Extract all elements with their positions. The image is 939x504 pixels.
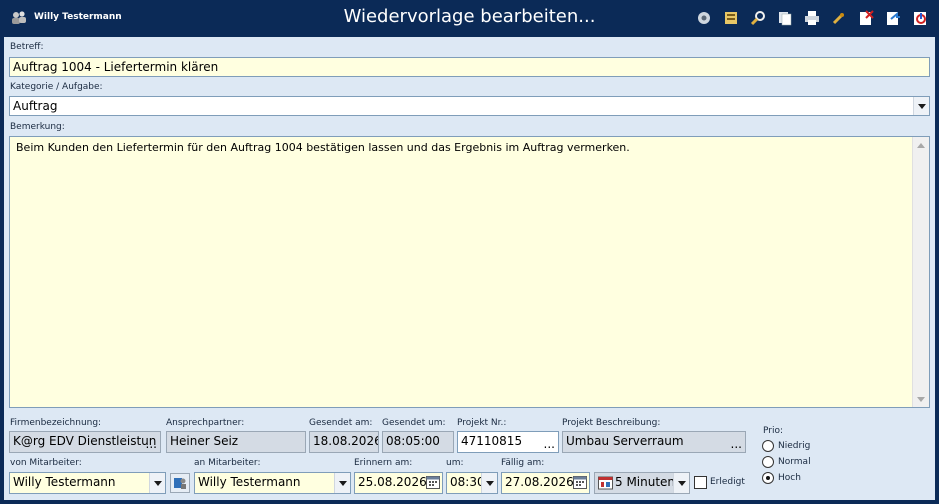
- tools-icon[interactable]: [695, 9, 713, 27]
- von-mitarbeiter-value: Willy Testermann: [13, 475, 116, 489]
- gesendet-am-label: Gesendet am:: [309, 418, 373, 428]
- kategorie-select[interactable]: Auftrag: [9, 96, 930, 116]
- bemerkung-textarea[interactable]: Beim Kunden den Liefertermin für den Auf…: [9, 136, 930, 408]
- radio-normal-icon[interactable]: [762, 456, 774, 468]
- erledigt-checkbox[interactable]: [694, 476, 707, 489]
- radio-niedrig-icon[interactable]: [762, 440, 774, 452]
- calendar-icon[interactable]: [426, 476, 440, 492]
- intervall-select[interactable]: 5 Minuten: [594, 472, 690, 494]
- an-mitarbeiter-label: an Mitarbeiter:: [194, 458, 261, 468]
- firma-label: Firmenbezeichnung:: [10, 418, 102, 428]
- prio-normal-label: Normal: [778, 457, 811, 467]
- ansprech-field[interactable]: Heiner Seiz: [166, 431, 306, 453]
- chevron-down-icon[interactable]: [913, 97, 929, 115]
- firma-value: K@rg EDV Dienstleistun: [13, 434, 157, 448]
- prio-niedrig-label: Niedrig: [778, 441, 811, 451]
- prio-hoch-label: Hoch: [778, 473, 801, 483]
- toolbar: [695, 9, 929, 27]
- calendar-repeat-icon: [598, 476, 613, 493]
- faellig-label: Fällig am:: [501, 458, 545, 468]
- pin-icon[interactable]: [830, 9, 848, 27]
- ansprech-label: Ansprechpartner:: [166, 418, 245, 428]
- erinnern-date-field[interactable]: 25.08.2026: [354, 472, 443, 494]
- projekt-nr-label: Projekt Nr.:: [457, 418, 507, 428]
- transfer-user-button[interactable]: [170, 473, 190, 493]
- bemerkung-scrollbar[interactable]: [912, 137, 929, 407]
- export-document-icon[interactable]: [884, 9, 902, 27]
- copy-icon[interactable]: [776, 9, 794, 27]
- chevron-down-icon[interactable]: [334, 473, 350, 493]
- projekt-nr-value: 47110815: [461, 434, 523, 448]
- projekt-beschreibung-label: Projekt Beschreibung:: [562, 418, 661, 428]
- betreff-input[interactable]: Auftrag 1004 - Liefertermin klären: [9, 57, 930, 77]
- faellig-value: 27.08.2026: [505, 475, 574, 489]
- an-mitarbeiter-select[interactable]: Willy Testermann: [194, 472, 351, 494]
- bemerkung-label: Bemerkung:: [10, 122, 65, 132]
- intervall-value: 5 Minuten: [615, 475, 676, 489]
- prio-label: Prio:: [763, 426, 784, 436]
- bemerkung-text: Beim Kunden den Liefertermin für den Auf…: [16, 141, 630, 154]
- radio-hoch-icon[interactable]: [762, 472, 774, 484]
- firma-field[interactable]: K@rg EDV Dienstleistun ...: [9, 431, 161, 453]
- gesendet-am-field: 18.08.2026: [309, 431, 379, 453]
- prio-radio-hoch[interactable]: Hoch: [762, 472, 801, 484]
- von-mitarbeiter-select[interactable]: Willy Testermann: [9, 472, 166, 494]
- close-exit-icon[interactable]: [911, 9, 929, 27]
- projekt-beschreibung-field[interactable]: Umbau Serverraum ...: [562, 431, 746, 453]
- erinnern-value: 25.08.2026: [358, 475, 427, 489]
- projekt-nr-lookup-button[interactable]: ...: [544, 437, 555, 451]
- print-icon[interactable]: [803, 9, 821, 27]
- um-label: um:: [446, 458, 464, 468]
- search-icon[interactable]: [749, 9, 767, 27]
- scroll-down-icon[interactable]: [913, 391, 929, 407]
- calendar-icon[interactable]: [573, 476, 587, 492]
- prio-radio-niedrig[interactable]: Niedrig: [762, 440, 810, 452]
- projekt-nr-field[interactable]: 47110815 ...: [457, 431, 559, 453]
- delete-document-icon[interactable]: [857, 9, 875, 27]
- um-time-select[interactable]: 08:30: [446, 472, 498, 494]
- kategorie-label: Kategorie / Aufgabe:: [10, 82, 103, 92]
- erledigt-label: Erledigt: [710, 477, 745, 487]
- scroll-up-icon[interactable]: [913, 137, 929, 153]
- gesendet-um-field: 08:05:00: [382, 431, 454, 453]
- faellig-date-field[interactable]: 27.08.2026: [501, 472, 590, 494]
- gesendet-um-label: Gesendet um:: [382, 418, 446, 428]
- projekt-beschreibung-lookup-button[interactable]: ...: [731, 437, 742, 451]
- title-bar: Willy Testermann Wiedervorlage bearbeite…: [0, 0, 939, 36]
- window: Willy Testermann Wiedervorlage bearbeite…: [0, 0, 939, 504]
- chevron-down-icon[interactable]: [149, 473, 165, 493]
- form-panel: Betreff: Auftrag 1004 - Liefertermin klä…: [3, 36, 936, 501]
- prio-radio-normal[interactable]: Normal: [762, 456, 811, 468]
- chevron-down-icon[interactable]: [673, 473, 689, 493]
- erinnern-label: Erinnern am:: [354, 458, 413, 468]
- betreff-label: Betreff:: [10, 42, 44, 52]
- projekt-beschreibung-value: Umbau Serverraum: [566, 434, 684, 448]
- um-value: 08:30: [450, 475, 485, 489]
- firma-lookup-button[interactable]: ...: [146, 437, 157, 451]
- chevron-down-icon[interactable]: [481, 473, 497, 493]
- book-icon[interactable]: [722, 9, 740, 27]
- an-mitarbeiter-value: Willy Testermann: [198, 475, 301, 489]
- kategorie-value: Auftrag: [13, 99, 58, 113]
- transfer-user-icon: [174, 478, 186, 489]
- von-mitarbeiter-label: von Mitarbeiter:: [10, 458, 82, 468]
